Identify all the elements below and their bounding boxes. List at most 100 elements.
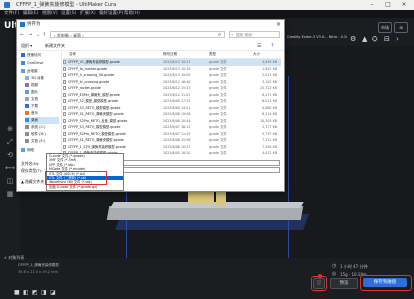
rotate-tool-icon[interactable]: ⟲ <box>5 150 15 160</box>
file-size: 4,012 KB <box>262 151 277 155</box>
gcode-file-icon <box>63 86 66 90</box>
file-name-text: CFFFP_S2_模型_模型模型.gcode <box>68 99 118 103</box>
move-tool-icon[interactable]: ⊕ <box>5 124 15 134</box>
nav-item[interactable]: 此电脑 <box>21 68 59 75</box>
gcode-file-icon <box>63 92 66 97</box>
refresh-icon[interactable]: ⟳ <box>218 32 221 37</box>
picture-icon <box>25 90 29 94</box>
adhesion-icon[interactable]: ⊟ <box>384 35 390 43</box>
support-icon[interactable]: ⛭ <box>372 35 378 44</box>
close-icon[interactable]: × <box>398 0 410 10</box>
mirror-tool-icon[interactable]: ⟷ <box>5 163 15 173</box>
maximize-icon[interactable]: □ <box>382 0 394 10</box>
column-size[interactable]: 大小 <box>253 51 260 58</box>
address-bar[interactable]: › 此电脑 › 桌面 › <box>50 31 225 38</box>
support-blocker-icon[interactable]: ▦ <box>5 189 15 199</box>
view-3d-icon[interactable]: ■ <box>14 289 20 296</box>
cloud-icon <box>21 61 25 65</box>
up-icon[interactable]: ↑ <box>42 32 46 38</box>
desktop-icon <box>25 118 29 122</box>
printer-selector[interactable]: Creality Ender-3 V3 K... Nitro - 0.2mm .… <box>287 33 347 42</box>
savetype-option[interactable]: 压缩 G-code 文件 (*.gcode.gz) <box>47 185 123 189</box>
organize-button[interactable]: 组织 ▾ <box>21 42 32 49</box>
menu-settings[interactable]: 设置(S) <box>61 10 76 18</box>
nav-label: 文档 (E:) <box>31 139 46 143</box>
nav-item[interactable]: 软件 (D:) <box>25 131 63 138</box>
drive-icon <box>25 132 29 136</box>
dialog-close-icon[interactable]: × <box>276 20 281 29</box>
view-left-icon[interactable]: ◨ <box>41 289 47 296</box>
menu-file[interactable]: 文件(F) <box>4 10 19 18</box>
nav-label: 视频 <box>31 83 38 87</box>
file-name-text: CFFFP_1_STH_弹簧夹装修模型.gcode <box>68 144 126 149</box>
gcode-file-icon <box>63 99 66 103</box>
nav-item[interactable]: 图片 <box>25 89 63 96</box>
hide-folders-toggle[interactable]: ▲ 隐藏文件夹 <box>21 179 44 185</box>
print-settings-icon[interactable]: ⚙ <box>350 35 356 43</box>
view-options-icon[interactable]: ☰ <box>257 43 261 49</box>
dialog-title: 另存为 <box>27 22 41 27</box>
info-icon[interactable]: ⓘ <box>313 278 325 289</box>
forward-icon[interactable]: → <box>28 32 32 38</box>
menu-edit[interactable]: 编辑(E) <box>23 10 38 18</box>
menu-view[interactable]: 视图(V) <box>42 10 58 18</box>
nav-item[interactable]: 视频 <box>25 82 63 89</box>
view-right-icon[interactable]: ◪ <box>50 289 56 296</box>
file-name-text: CFFFP_S1_RETO_弹簧夹模型.gcode <box>68 112 124 116</box>
column-date[interactable]: 修改日期 <box>163 51 177 58</box>
save-to-disk-button[interactable]: 保存到磁盘 <box>363 278 407 287</box>
file-name-text: CFFFP_Ir_crossing_90.gcode <box>68 73 115 77</box>
drive-icon <box>25 125 29 129</box>
account-button[interactable]: ⊞ <box>394 22 408 33</box>
file-name-text: CFFFP_ESPer_弹簧夹_模型.gcode <box>68 92 120 97</box>
search-input[interactable]: 搜索"桌面" <box>229 31 280 38</box>
nav-item[interactable]: 下载 <box>25 103 63 110</box>
column-name[interactable]: 名称 <box>69 51 76 58</box>
nav-item-selected[interactable]: 桌面 <box>25 117 59 124</box>
object-list-toggle[interactable]: ∧ 对象列表 <box>4 255 24 261</box>
filename-label: 文件名(N): <box>21 161 40 166</box>
nav-item[interactable]: 文档 (E:) <box>25 138 63 145</box>
nav-label: OneDrive <box>27 61 44 65</box>
file-name-text: CFFFP_S1_RETO_弹簧夹模型.gcode <box>68 138 124 142</box>
menu-help[interactable]: 帮助(H) <box>124 10 140 18</box>
gcode-file-icon <box>63 118 66 123</box>
marketplace-button[interactable]: 市场 <box>378 22 392 33</box>
new-folder-button[interactable]: 新建文件夹 <box>45 42 65 49</box>
spool-icon: ◎ <box>332 271 337 277</box>
nav-item[interactable]: 系统 (C:) <box>25 124 63 131</box>
nav-item[interactable]: 音乐 <box>25 110 63 117</box>
dialog-app-icon <box>20 22 25 27</box>
nav-label: 网络 <box>27 148 34 152</box>
document-icon <box>25 97 29 101</box>
nav-label: 音乐 <box>31 111 38 115</box>
music-icon <box>25 111 29 115</box>
address-bar-row: ← → ⌄ ↑ › 此电脑 › 桌面 › ⟳ 搜索"桌面" ⌕ <box>17 29 284 41</box>
scale-tool-icon[interactable]: ⤢ <box>5 137 15 147</box>
expand-icon[interactable]: › <box>396 35 399 43</box>
view-front-icon[interactable]: ◧ <box>23 289 29 296</box>
minimize-icon[interactable]: – <box>366 0 378 10</box>
back-icon[interactable]: ← <box>20 32 24 38</box>
preview-button[interactable]: 预览 <box>330 278 358 289</box>
view-top-icon[interactable]: ◩ <box>32 289 38 296</box>
gcode-file-icon <box>63 112 66 116</box>
object-dimensions: 39.6 x 22.0 x 19.2 mm <box>18 270 58 274</box>
network-icon <box>21 148 25 152</box>
nav-item[interactable]: 快速访问 <box>21 52 59 59</box>
menu-preferences[interactable]: 偏好设置(P) <box>99 10 123 18</box>
recent-dropdown-icon[interactable]: ⌄ <box>36 32 40 38</box>
print-time: 1 小时 47 分钟 <box>340 264 368 269</box>
gcode-file-icon <box>63 125 66 129</box>
nav-item[interactable]: OneDrive <box>21 60 59 67</box>
app-icon <box>4 2 10 8</box>
column-type[interactable]: 类型 <box>209 51 216 58</box>
help-icon[interactable]: ? <box>271 43 274 49</box>
nav-item[interactable]: 文档 <box>25 96 63 103</box>
nav-item[interactable]: 3D 对象 <box>25 75 63 82</box>
clock-icon: ◷ <box>332 263 337 269</box>
gcode-file-icon <box>63 66 66 71</box>
menu-extensions[interactable]: 扩展(X) <box>80 10 96 18</box>
material-icon[interactable]: ▲ <box>362 35 367 43</box>
per-model-settings-icon[interactable]: ◫ <box>5 176 15 186</box>
